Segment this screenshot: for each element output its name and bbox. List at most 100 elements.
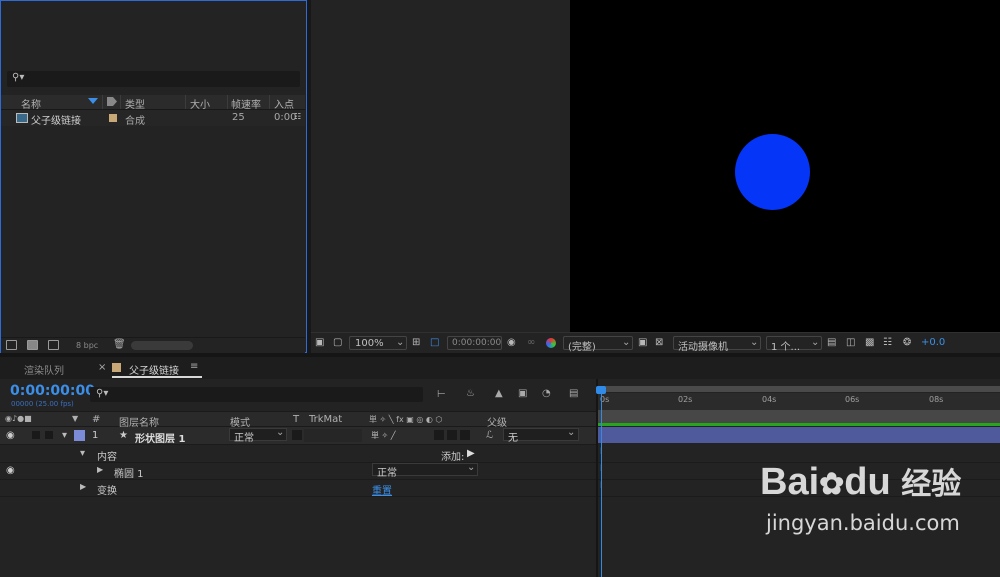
ellipse-row[interactable]: ◉ ▶ 椭圆 1 正常 ⌄ <box>0 462 596 480</box>
trash-icon[interactable]: 🗑 <box>113 339 126 350</box>
camera-view-dropdown[interactable]: 活动摄像机 ⌄ <box>673 336 761 353</box>
monitor-icon[interactable]: ▢ <box>333 337 342 348</box>
expand-arrow-icon[interactable]: ▾ <box>62 430 67 441</box>
pickwhip-icon[interactable]: ℒ <box>486 430 493 441</box>
motion-blur-icon[interactable]: ◔ <box>542 388 551 399</box>
trkmat-dropdown[interactable] <box>304 429 362 442</box>
timecode-button[interactable]: 0:00:00:00 <box>447 336 502 350</box>
eye-icon[interactable]: ◉ <box>6 430 15 441</box>
always-preview-icon[interactable]: ▣ <box>315 337 324 348</box>
layer-row[interactable]: ◉ ▾ 1 ★ 形状图层 1 正常 ⌄ 単 ✧ ╱ ℒ 无 ⌄ <box>0 427 596 445</box>
label-tag-icon[interactable]: ▼ <box>72 414 78 423</box>
color-channels-icon[interactable] <box>546 338 556 348</box>
col-size[interactable]: 大小 <box>190 96 210 111</box>
audio-toggle[interactable] <box>32 431 40 439</box>
collapse-arrow-icon[interactable]: ▶ <box>97 465 103 474</box>
work-area-bar[interactable] <box>598 386 1000 392</box>
timeline-icon[interactable]: ▩ <box>865 337 874 348</box>
layer-label-color[interactable] <box>74 430 85 441</box>
ellipse-blend-mode-dropdown[interactable]: 正常 ⌄ <box>372 462 478 479</box>
contents-row[interactable]: ▾ 内容 添加: ▶ <box>0 445 596 463</box>
expand-arrow-icon[interactable]: ▾ <box>80 448 85 459</box>
timeline-tabs: 渲染队列 × 父子级链接 ≡ <box>0 357 1000 379</box>
view-layout-dropdown[interactable]: 1 个... ⌄ <box>766 336 822 353</box>
fast-preview-icon[interactable]: ◫ <box>846 337 855 348</box>
blue-circle-shape[interactable] <box>735 134 810 210</box>
preserve-transparency-toggle[interactable] <box>292 430 302 440</box>
safe-zones-icon[interactable]: ⊞ <box>412 337 420 348</box>
transparency-grid-icon[interactable]: ⊠ <box>655 337 663 348</box>
interpret-footage-icon[interactable] <box>6 340 17 350</box>
tab-render-queue[interactable]: 渲染队列 <box>24 362 64 377</box>
project-panel <box>0 0 307 353</box>
toggle-pixel-aspect-icon[interactable]: ▤ <box>827 337 836 348</box>
flowchart-icon[interactable]: ☷ <box>883 337 892 348</box>
zoom-dropdown[interactable]: 100% ⌄ <box>349 336 407 350</box>
time-ruler[interactable]: 0s 02s 04s 06s 08s <box>598 393 1000 410</box>
chevron-down-icon: ⌄ <box>567 427 576 438</box>
flowchart-icon[interactable]: ☷ <box>294 112 301 121</box>
reset-exposure-icon[interactable]: ❂ <box>903 337 911 348</box>
new-folder-icon[interactable] <box>27 340 38 350</box>
contents-label: 内容 <box>97 452 117 463</box>
col-name[interactable]: 名称 <box>21 96 41 111</box>
col-in[interactable]: 入点 <box>274 96 294 111</box>
transform-row[interactable]: ▶ 变换 重置 <box>0 479 596 497</box>
solo-toggle[interactable] <box>45 431 53 439</box>
layer-column-header: ◉♪●■ ▼ # 图层名称 模式 T TrkMat 単 ✧ ╲ fx ▣ ◎ ◐… <box>0 411 596 429</box>
exposure-value[interactable]: +0.0 <box>921 337 945 348</box>
layer-mode-dropdown[interactable]: 正常 ⌄ <box>229 427 287 444</box>
add-menu-icon[interactable]: ▶ <box>467 448 475 459</box>
layer-switches-icons[interactable]: 単 ✧ ╲ fx ▣ ◎ ◐ ⬡ <box>369 414 442 425</box>
collapse-arrow-icon[interactable]: ▶ <box>80 482 86 491</box>
label-swatch[interactable] <box>109 114 117 122</box>
render-cache-bar <box>598 423 1000 426</box>
ruler-tick: 02s <box>678 395 693 404</box>
draft-3d-icon[interactable]: ♨ <box>466 388 475 399</box>
chevron-down-icon: ⌄ <box>622 337 631 348</box>
col-type[interactable]: 类型 <box>125 96 145 111</box>
comp-mini-flowchart-icon[interactable]: ⊢ <box>437 389 446 400</box>
resolution-dropdown[interactable]: (完整) ⌄ <box>563 336 633 353</box>
col-t[interactable]: T <box>293 414 299 425</box>
watermark-brand-du: du <box>844 461 891 503</box>
project-search-input[interactable]: ⚲▾ <box>7 71 300 87</box>
av-switches-icons[interactable]: ◉♪●■ <box>5 414 32 423</box>
parent-dropdown[interactable]: 无 ⌄ <box>503 427 579 444</box>
col-fps[interactable]: 帧速率 <box>231 96 261 111</box>
eye-icon[interactable]: ◉ <box>6 465 15 476</box>
layer-duration-bar[interactable] <box>598 427 1000 443</box>
current-time[interactable]: 0:00:00:00 <box>10 383 95 399</box>
label-tag-icon[interactable] <box>107 97 117 106</box>
mask-visibility-icon[interactable]: □ <box>430 337 439 348</box>
playhead-line[interactable] <box>601 386 602 577</box>
ruler-tick: 08s <box>929 395 944 404</box>
new-comp-icon[interactable] <box>48 340 59 350</box>
switch-box[interactable] <box>460 430 470 440</box>
link-icon[interactable]: ∞ <box>527 337 535 348</box>
shy-layers-icon[interactable]: ▲ <box>495 388 503 399</box>
project-item-row[interactable]: 父子级链接 合成 25 0:00 ☷ <box>1 110 305 127</box>
horizontal-scrollbar[interactable] <box>131 341 193 350</box>
add-label: 添加: <box>441 452 465 463</box>
tab-composition[interactable]: 父子级链接 <box>129 362 179 377</box>
camera-icon[interactable]: ◉ <box>507 337 516 348</box>
col-trkmat[interactable]: TrkMat <box>309 414 342 425</box>
sort-arrow-icon[interactable] <box>88 98 98 104</box>
frame-blending-icon[interactable]: ▣ <box>518 388 527 399</box>
switch-box[interactable] <box>434 430 444 440</box>
watermark-product: 经验 <box>901 468 962 501</box>
item-type: 合成 <box>125 116 145 127</box>
tab-menu-icon[interactable]: ≡ <box>190 361 198 372</box>
graph-editor-icon[interactable]: ▤ <box>569 388 578 399</box>
ellipse-label[interactable]: 椭圆 1 <box>114 465 144 480</box>
col-number[interactable]: # <box>92 414 100 425</box>
layer-search-input[interactable]: ⚲▾ <box>90 387 423 402</box>
layer-name[interactable]: 形状图层 1 <box>135 430 185 445</box>
close-tab-icon[interactable]: × <box>98 362 106 373</box>
region-of-interest-icon[interactable]: ▣ <box>638 337 647 348</box>
layer-switches[interactable]: 単 ✧ ╱ <box>371 430 396 441</box>
switch-box[interactable] <box>447 430 457 440</box>
reset-link[interactable]: 重置 <box>372 482 392 497</box>
bpc-label[interactable]: 8 bpc <box>76 341 98 350</box>
